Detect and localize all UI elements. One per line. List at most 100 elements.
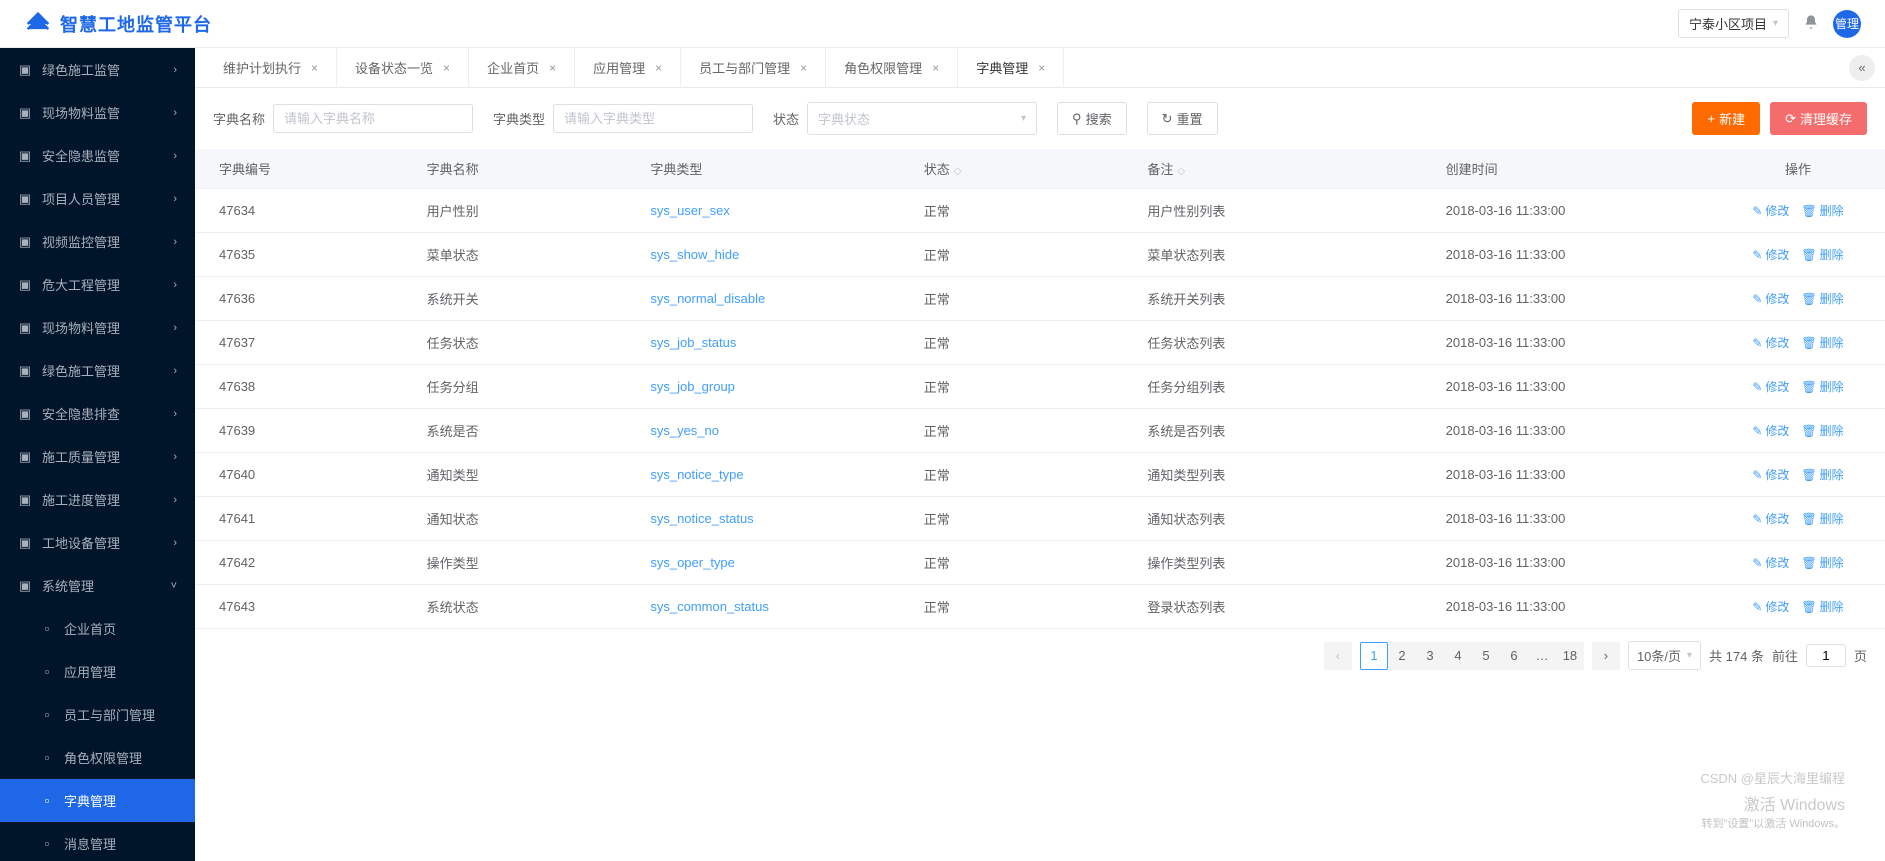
sidebar-item[interactable]: ▣现场物料管理› [0,306,195,349]
sidebar-item[interactable]: ▣工地设备管理› [0,521,195,564]
close-icon[interactable]: × [311,61,318,75]
delete-button[interactable]: 🗑删除 [1801,422,1843,439]
edit-button[interactable]: ✎修改 [1752,202,1789,219]
table-row: 47642 操作类型 sys_oper_type 正常 操作类型列表 2018-… [195,541,1885,585]
data-table: 字典编号 字典名称 字典类型 状态◇ 备注◇ 创建时间 操作 47634 用户性… [195,149,1885,629]
pagination-page[interactable]: 4 [1444,642,1472,670]
filter-name: 字典名称 [213,104,473,133]
close-icon[interactable]: × [443,61,450,75]
edit-button[interactable]: ✎修改 [1752,246,1789,263]
sidebar-item[interactable]: ▣系统管理˅ [0,564,195,607]
delete-button[interactable]: 🗑删除 [1801,202,1843,219]
edit-button[interactable]: ✎修改 [1752,334,1789,351]
filter-name-input[interactable] [273,104,473,133]
gear-icon: ▣ [18,578,32,594]
sidebar-item[interactable]: ▣安全隐患排查› [0,392,195,435]
tab[interactable]: 维护计划执行× [205,48,337,88]
dict-type-link[interactable]: sys_oper_type [650,555,735,570]
tab[interactable]: 字典管理× [958,48,1064,88]
close-icon[interactable]: × [549,61,556,75]
tabs-collapse-button[interactable]: « [1849,55,1875,81]
filter-type-input[interactable] [553,104,753,133]
sidebar-item[interactable]: ▣施工质量管理› [0,435,195,478]
edit-button[interactable]: ✎修改 [1752,422,1789,439]
tab[interactable]: 员工与部门管理× [681,48,826,88]
close-icon[interactable]: × [800,61,807,75]
pagination-next[interactable]: › [1592,642,1620,670]
new-button[interactable]: + 新建 [1692,102,1760,135]
dict-type-link[interactable]: sys_show_hide [650,247,739,262]
edit-button[interactable]: ✎修改 [1752,510,1789,527]
sidebar-item[interactable]: ▣施工进度管理› [0,478,195,521]
edit-button[interactable]: ✎修改 [1752,598,1789,615]
delete-button[interactable]: 🗑删除 [1801,554,1843,571]
dict-type-link[interactable]: sys_notice_status [650,511,753,526]
bell-icon[interactable] [1803,14,1819,33]
filter-status-select[interactable]: 字典状态 ▾ [807,102,1037,135]
delete-button[interactable]: 🗑删除 [1801,466,1843,483]
search-button[interactable]: ⚲ 搜索 [1057,102,1127,135]
close-icon[interactable]: × [655,61,662,75]
reset-button[interactable]: ↻ 重置 [1147,102,1218,135]
sidebar-item[interactable]: ▣绿色施工监管› [0,48,195,91]
close-icon[interactable]: × [1038,61,1045,75]
dict-type-link[interactable]: sys_common_status [650,599,769,614]
edit-button[interactable]: ✎修改 [1752,290,1789,307]
sidebar-item[interactable]: ▣危大工程管理› [0,263,195,306]
pagination-goto-input[interactable] [1806,644,1846,667]
sidebar-sub-item[interactable]: ▫企业首页 [0,607,195,650]
dict-type-link[interactable]: sys_notice_type [650,467,743,482]
pagination-page[interactable]: 1 [1360,642,1388,670]
edit-button[interactable]: ✎修改 [1752,378,1789,395]
col-status[interactable]: 状态◇ [916,149,1140,189]
sidebar-sub-item[interactable]: ▫角色权限管理 [0,736,195,779]
cell-remark: 系统开关列表 [1139,277,1437,321]
pagination-page[interactable]: 3 [1416,642,1444,670]
tab[interactable]: 角色权限管理× [826,48,958,88]
dict-type-link[interactable]: sys_yes_no [650,423,719,438]
delete-button[interactable]: 🗑删除 [1801,378,1843,395]
sidebar-sub-item[interactable]: ▫员工与部门管理 [0,693,195,736]
tab[interactable]: 应用管理× [575,48,681,88]
dict-type-link[interactable]: sys_job_status [650,335,736,350]
pagination-page[interactable]: 18 [1556,642,1584,670]
delete-button[interactable]: 🗑删除 [1801,290,1843,307]
col-remark[interactable]: 备注◇ [1139,149,1437,189]
pagination-prev[interactable]: ‹ [1324,642,1352,670]
sidebar-item[interactable]: ▣安全隐患监管› [0,134,195,177]
dict-type-link[interactable]: sys_job_group [650,379,735,394]
pagination-page[interactable]: 2 [1388,642,1416,670]
sidebar-item[interactable]: ▣项目人员管理› [0,177,195,220]
sidebar-item[interactable]: ▣现场物料监管› [0,91,195,134]
cell-ops: ✎修改 🗑删除 [1711,409,1885,453]
avatar[interactable]: 管理 [1833,10,1861,38]
filter-type-label: 字典类型 [493,109,545,128]
edit-button[interactable]: ✎修改 [1752,554,1789,571]
sidebar-sub-item[interactable]: ▫字典管理 [0,779,195,822]
dict-type-link[interactable]: sys_user_sex [650,203,729,218]
sidebar-sub-item[interactable]: ▫应用管理 [0,650,195,693]
tab[interactable]: 设备状态一览× [337,48,469,88]
sidebar-sub-item[interactable]: ▫消息管理 [0,822,195,861]
sidebar-item[interactable]: ▣视频监控管理› [0,220,195,263]
sidebar-item[interactable]: ▣绿色施工管理› [0,349,195,392]
delete-button[interactable]: 🗑删除 [1801,246,1843,263]
page-size-select[interactable]: 10条/页 ▾ [1628,641,1701,670]
delete-button[interactable]: 🗑删除 [1801,334,1843,351]
edit-button[interactable]: ✎修改 [1752,466,1789,483]
cell-id: 47641 [195,497,419,541]
clear-cache-button[interactable]: ⟳ 清理缓存 [1770,102,1867,135]
dict-type-link[interactable]: sys_normal_disable [650,291,765,306]
cell-created: 2018-03-16 11:33:00 [1438,277,1711,321]
logo[interactable]: 智慧工地监管平台 [24,11,212,37]
delete-button[interactable]: 🗑删除 [1801,510,1843,527]
delete-button[interactable]: 🗑删除 [1801,598,1843,615]
project-select[interactable]: 宁泰小区项目 ▾ [1678,9,1789,38]
search-icon: ⚲ [1072,111,1082,127]
close-icon[interactable]: × [932,61,939,75]
cell-remark: 用户性别列表 [1139,189,1437,233]
pagination-page[interactable]: 5 [1472,642,1500,670]
home-icon: ▫ [40,621,54,636]
pagination-page[interactable]: 6 [1500,642,1528,670]
tab[interactable]: 企业首页× [469,48,575,88]
